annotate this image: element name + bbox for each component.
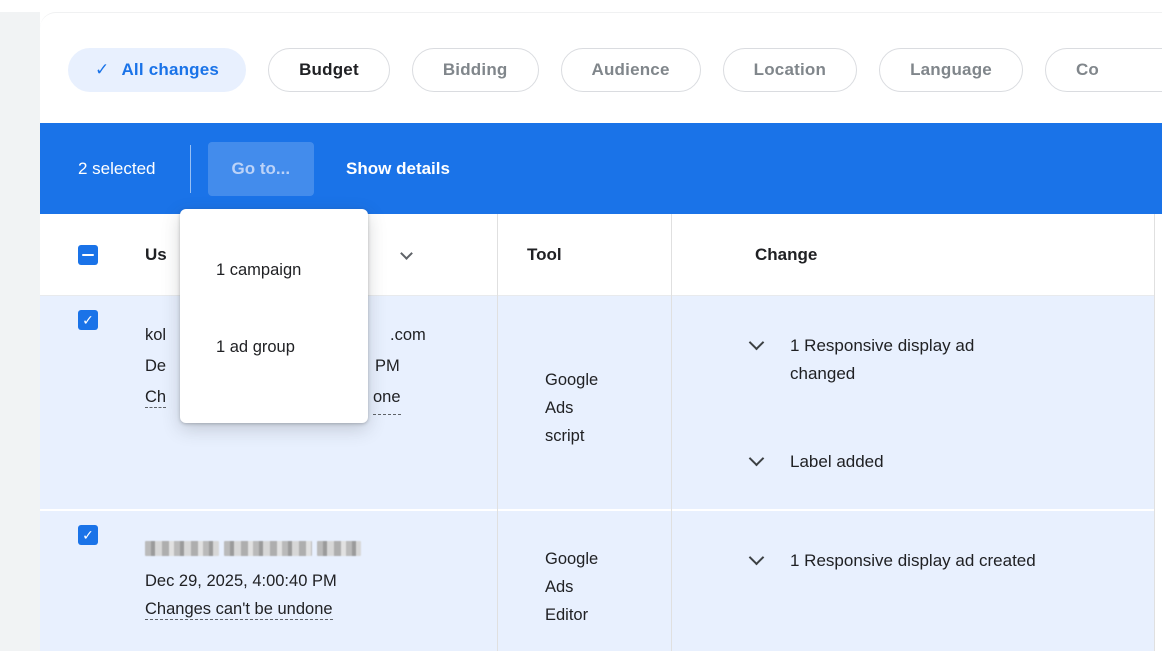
change-cell: 1 Responsive display ad changed Label ad… <box>671 296 1155 509</box>
change-history-panel: ✓ All changes Budget Bidding Audience Lo… <box>40 12 1162 651</box>
change-history-screen: ✓ All changes Budget Bidding Audience Lo… <box>0 0 1162 651</box>
header-change-cell: Change <box>671 214 1155 295</box>
chip-label: Bidding <box>443 60 508 80</box>
change-date: Dec 29, 2025, 4:00:40 PM <box>145 567 497 595</box>
row-checkbox-cell: ✓ <box>40 296 130 509</box>
filter-chip-conversion[interactable]: Co <box>1045 48 1162 92</box>
change-label: Label added <box>790 448 884 476</box>
chip-label: Co <box>1076 60 1099 80</box>
menu-item-campaign[interactable]: 1 campaign <box>180 249 368 292</box>
filter-chip-language[interactable]: Language <box>879 48 1023 92</box>
menu-item-ad-group[interactable]: 1 ad group <box>180 326 368 369</box>
selection-toolbar: 2 selected Go to... Show details <box>40 123 1162 214</box>
row-checkbox-cell: ✓ <box>40 511 130 651</box>
indeterminate-mark-icon <box>82 254 94 257</box>
tool-name: Google Ads Editor <box>545 545 617 629</box>
tool-cell: Google Ads Editor <box>497 511 671 651</box>
column-divider <box>497 214 498 651</box>
column-divider <box>1154 214 1155 651</box>
check-icon: ✓ <box>95 60 109 80</box>
column-header-tool[interactable]: Tool <box>527 245 562 264</box>
tool-cell: Google Ads script <box>497 296 671 509</box>
change-label: 1 Responsive display ad created <box>790 547 1036 575</box>
chevron-down-icon <box>748 451 764 467</box>
filter-chip-audience[interactable]: Audience <box>561 48 701 92</box>
filter-chips-row: ✓ All changes Budget Bidding Audience Lo… <box>40 48 1162 92</box>
chevron-down-icon <box>748 335 764 351</box>
show-details-button[interactable]: Show details <box>334 142 462 196</box>
row-checkbox[interactable]: ✓ <box>78 525 98 545</box>
chip-label: Location <box>754 60 826 80</box>
tool-name: Google Ads script <box>545 366 617 450</box>
redacted-email <box>145 541 497 556</box>
table-row: ✓ Dec 29, 2025, 4:00:40 PM Changes can't… <box>40 511 1155 651</box>
chip-label: Audience <box>592 60 670 80</box>
header-tool-cell: Tool <box>497 214 671 295</box>
filter-chip-budget[interactable]: Budget <box>268 48 390 92</box>
change-label: 1 Responsive display ad changed <box>790 332 1020 388</box>
column-header-change[interactable]: Change <box>755 245 817 264</box>
filter-chip-bidding[interactable]: Bidding <box>412 48 539 92</box>
undo-note: Changes can't be undone <box>145 595 497 623</box>
change-expander[interactable]: Label added <box>745 448 1155 476</box>
change-cell: 1 Responsive display ad created <box>671 511 1155 651</box>
left-gutter <box>0 12 40 651</box>
column-header-user[interactable]: Us <box>145 245 167 264</box>
user-cell: Dec 29, 2025, 4:00:40 PM Changes can't b… <box>130 511 497 651</box>
filter-chip-all-changes[interactable]: ✓ All changes <box>68 48 246 92</box>
filter-chip-location[interactable]: Location <box>723 48 857 92</box>
check-icon: ✓ <box>82 312 94 328</box>
chevron-down-icon[interactable] <box>400 247 413 260</box>
column-divider <box>671 214 672 651</box>
chip-label: All changes <box>121 60 219 80</box>
change-expander[interactable]: 1 Responsive display ad changed <box>745 332 1155 388</box>
go-to-menu: 1 campaign 1 ad group <box>180 209 368 423</box>
selected-count: 2 selected <box>78 159 156 179</box>
row-checkbox[interactable]: ✓ <box>78 310 98 330</box>
select-all-checkbox[interactable] <box>78 245 98 265</box>
chip-label: Budget <box>299 60 359 80</box>
go-to-button[interactable]: Go to... <box>208 142 315 196</box>
divider <box>190 145 191 193</box>
chevron-down-icon <box>748 550 764 566</box>
chip-label: Language <box>910 60 992 80</box>
change-expander[interactable]: 1 Responsive display ad created <box>745 547 1155 575</box>
header-checkbox-cell <box>40 214 130 295</box>
check-icon: ✓ <box>82 527 94 543</box>
